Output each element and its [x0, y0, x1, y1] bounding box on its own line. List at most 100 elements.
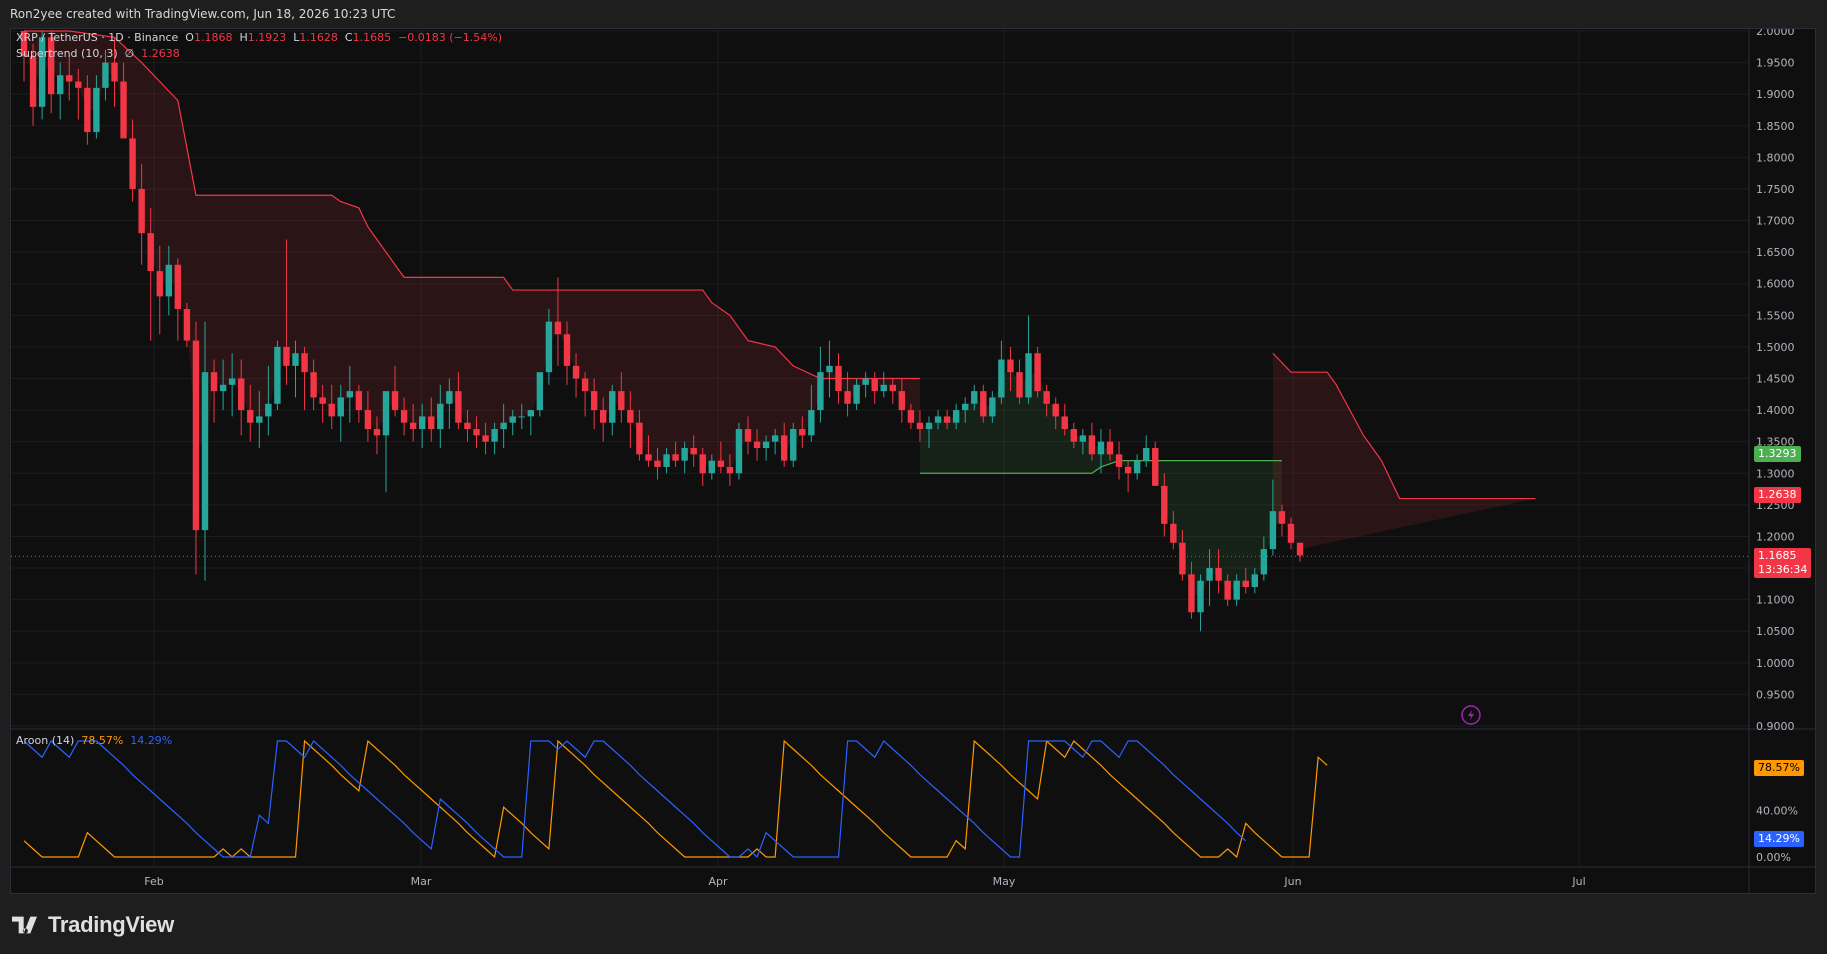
candle-body: [1088, 435, 1096, 455]
candle-body: [174, 264, 182, 309]
candle-body: [762, 441, 770, 448]
candle-body: [1278, 511, 1286, 524]
candle-body: [1179, 542, 1186, 575]
candle-body: [835, 365, 842, 392]
candle-body: [726, 466, 734, 474]
footer-bar: TradingView: [0, 894, 1827, 954]
time-tick-label: Jun: [1283, 875, 1301, 888]
aroon-up-value: 78.57%: [81, 734, 124, 747]
candle-body: [518, 416, 525, 418]
price-tick-label: 1.7000: [1756, 215, 1795, 228]
attribution-text: Ron2yee created with TradingView.com, Ju…: [10, 7, 396, 21]
candle-body: [1152, 448, 1159, 486]
candle-body: [790, 429, 797, 461]
candle-body: [581, 378, 589, 392]
candle-body: [283, 346, 290, 366]
candle-body: [1016, 372, 1023, 398]
supertrend-legend[interactable]: Supertrend (10, 3) ∅ 1.2638: [16, 47, 180, 60]
candle-body: [364, 410, 372, 430]
open-label: O: [185, 31, 194, 44]
candle-body: [1188, 574, 1195, 613]
candle-body: [482, 435, 489, 442]
candle-body: [690, 448, 697, 455]
tradingview-logo[interactable]: TradingView: [12, 912, 174, 938]
candle-body: [111, 62, 118, 82]
candle-body: [998, 359, 1005, 398]
candle-body: [57, 75, 64, 95]
candle-body: [753, 441, 761, 448]
candle-body: [274, 346, 281, 404]
time-tick-label: Jul: [1571, 875, 1585, 888]
supertrend-badge: 1.2638: [1754, 487, 1801, 503]
aroon-legend[interactable]: Aroon (14) 78.57% 14.29%: [16, 734, 172, 747]
candle-body: [382, 391, 390, 436]
lightning-icon-bolt: [1468, 710, 1474, 720]
candle-body: [138, 188, 145, 234]
candle-body: [156, 271, 163, 297]
candle-body: [717, 460, 725, 467]
candle-body: [391, 391, 399, 411]
candle-body: [1007, 359, 1014, 373]
candle-body: [464, 422, 471, 430]
candle-body: [1296, 542, 1304, 556]
candle-body: [1034, 353, 1041, 392]
candle-body: [93, 87, 100, 133]
candle-body: [862, 378, 869, 385]
aroon-tick-label: 40.00%: [1756, 805, 1798, 818]
symbol-name: XRP / TetherUS · 1D · Binance: [16, 31, 179, 44]
price-tick-label: 1.6500: [1756, 246, 1795, 259]
candle-body: [491, 429, 498, 442]
price-tick-label: 1.7500: [1756, 183, 1795, 196]
candle-body: [201, 372, 209, 531]
price-tick-label: 1.9000: [1756, 88, 1795, 101]
candle-body: [889, 384, 896, 392]
candle-body: [419, 416, 426, 430]
lightning-icon: [1461, 705, 1481, 725]
chart-panel[interactable]: 2.0000 1.9500 1.9000 1.8500 1.8000 1.7500 1.70…: [10, 28, 1816, 894]
settings-icon[interactable]: ∅: [121, 47, 138, 60]
price-tick-label: 1.8500: [1756, 120, 1795, 133]
candle-body: [1025, 353, 1032, 398]
last-price-badge: 1.1685 13:36:34: [1754, 548, 1812, 578]
candle-body: [1061, 416, 1068, 430]
candle-body: [672, 454, 679, 461]
candle-body: [934, 416, 942, 423]
aroon-tick-label: 0.00%: [1756, 851, 1791, 864]
price-tick-label: 1.5000: [1756, 341, 1795, 354]
candle-body: [256, 416, 263, 423]
price-tick-label: 0.9500: [1756, 688, 1795, 701]
candle-body: [781, 435, 788, 461]
grid-lines: [11, 29, 1749, 867]
candle-body: [400, 410, 408, 423]
candle-body: [102, 62, 109, 88]
candle-body: [708, 460, 715, 474]
price-tick-label: 1.5500: [1756, 309, 1795, 322]
candle-body: [1070, 429, 1077, 442]
candle-body: [1097, 441, 1105, 455]
time-tick-label: Apr: [708, 875, 728, 888]
candle-body: [337, 397, 344, 417]
candle-body: [799, 429, 806, 436]
candle-body: [771, 435, 779, 442]
candle-body: [247, 410, 254, 423]
candle-body: [1224, 580, 1231, 600]
candle-body: [409, 422, 417, 430]
candle-body: [744, 429, 752, 442]
close-label: C: [344, 31, 353, 44]
candle-body: [654, 460, 661, 467]
candle-body: [699, 454, 706, 474]
candle-body: [844, 391, 851, 404]
change-value: −0.0183 (−1.54%): [398, 31, 503, 44]
candle-body: [147, 233, 154, 272]
candle-body: [373, 429, 381, 436]
candle-body: [627, 410, 634, 423]
candle-body: [1079, 435, 1087, 442]
candle-body: [853, 384, 860, 404]
candle-body: [428, 416, 435, 430]
candle-body: [898, 391, 906, 411]
chart-canvas[interactable]: 2.0000 1.9500 1.9000 1.8500 1.8000 1.7500 1.70…: [11, 29, 1816, 894]
candle-body: [907, 410, 915, 423]
candle-body: [952, 410, 960, 423]
candle-body: [437, 403, 444, 430]
candle-body: [880, 384, 887, 392]
